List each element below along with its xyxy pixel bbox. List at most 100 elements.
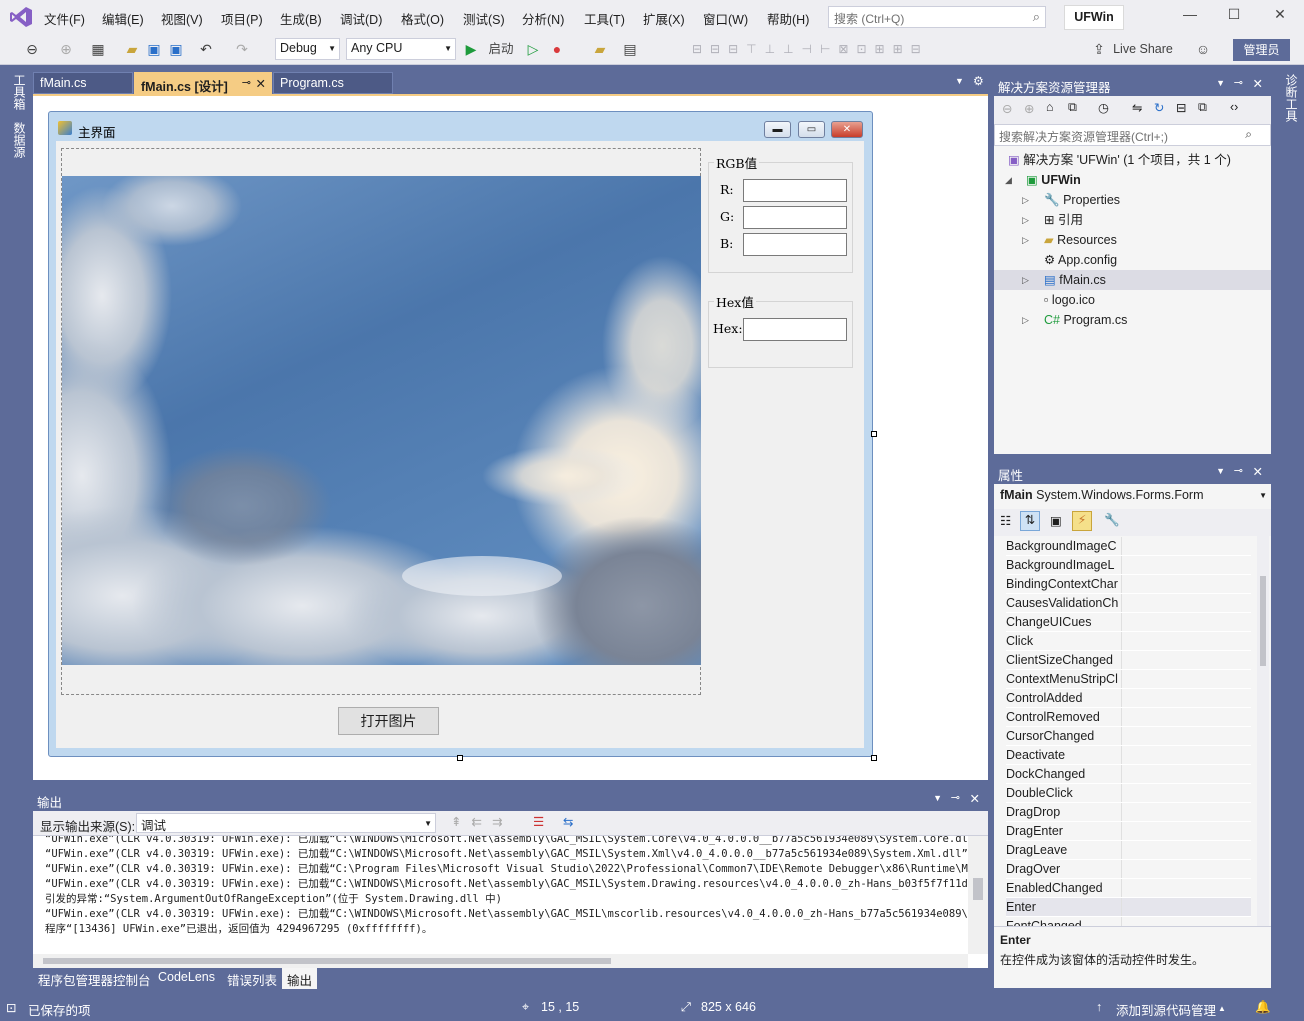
event-value[interactable] <box>1121 556 1246 574</box>
chevron-right-icon[interactable]: ▷ <box>1022 270 1029 290</box>
tab-program-cs[interactable]: Program.cs <box>273 72 393 94</box>
properties-object-select[interactable]: fMain System.Windows.Forms.Form ▼ <box>994 484 1271 509</box>
toolbox-tab[interactable]: 工具箱 <box>6 74 28 110</box>
output-vscroll-thumb[interactable] <box>973 878 983 900</box>
sync-icon[interactable]: ⇋ <box>1132 100 1142 115</box>
event-row[interactable]: DockChanged <box>1006 765 1251 784</box>
event-row[interactable]: DragLeave <box>1006 841 1251 860</box>
chevron-right-icon[interactable]: ▷ <box>1022 230 1029 250</box>
events-scrollbar[interactable] <box>1257 536 1269 926</box>
event-value[interactable] <box>1121 613 1246 631</box>
event-row[interactable]: BackgroundImageC <box>1006 537 1251 556</box>
event-row[interactable]: ControlRemoved <box>1006 708 1251 727</box>
output-hscrollbar[interactable] <box>33 954 968 968</box>
forward-icon[interactable]: ⊕ <box>56 38 76 60</box>
event-row[interactable]: Deactivate <box>1006 746 1251 765</box>
output-tools[interactable]: ⇞⇇⇉ <box>451 814 512 829</box>
save-all-icon[interactable]: ▣ <box>166 38 186 60</box>
layout-icon[interactable]: ▤ <box>620 38 640 60</box>
hot-reload-icon[interactable]: ● <box>548 38 566 60</box>
live-share-icon[interactable]: ⇪ <box>1090 38 1108 60</box>
hex-textbox[interactable] <box>743 318 847 341</box>
b-textbox[interactable] <box>743 233 847 256</box>
menu-item[interactable]: 生成(B) <box>280 9 322 28</box>
pin-icon[interactable]: ⊸ <box>242 76 251 89</box>
tab-fmain-design[interactable]: fMain.cs [设计] ⊸ ✕ <box>134 72 272 94</box>
maximize-button[interactable]: ☐ <box>1222 6 1246 28</box>
tree-item-logo[interactable]: ▫ logo.ico <box>1044 290 1095 310</box>
categorized-icon[interactable]: ☷ <box>1000 513 1011 528</box>
refresh-icon[interactable]: ↻ <box>1154 100 1164 115</box>
chevron-down-icon[interactable]: ▼ <box>933 793 942 803</box>
event-row[interactable]: ClientSizeChanged <box>1006 651 1251 670</box>
tab-fmain-cs[interactable]: fMain.cs <box>33 72 133 94</box>
tree-item-fmain[interactable]: ▤ fMain.cs <box>1044 270 1106 290</box>
show-all-files-icon[interactable]: ⧉ <box>1198 100 1207 115</box>
form-minimize-button[interactable]: ▬ <box>764 121 791 138</box>
minimize-button[interactable]: — <box>1178 6 1202 28</box>
tab-error-list[interactable]: 错误列表 <box>222 968 282 989</box>
event-value[interactable] <box>1121 822 1246 840</box>
event-row[interactable]: DragOver <box>1006 860 1251 879</box>
back-icon[interactable]: ⊖ <box>1002 101 1012 116</box>
event-row[interactable]: DoubleClick <box>1006 784 1251 803</box>
event-row[interactable]: Enter <box>1006 898 1251 917</box>
event-row[interactable]: EnabledChanged <box>1006 879 1251 898</box>
event-value[interactable] <box>1121 879 1246 897</box>
search-input[interactable]: 搜索 (Ctrl+Q) ⌕ <box>828 6 1046 28</box>
output-vscrollbar[interactable] <box>968 836 988 954</box>
close-icon[interactable]: ✕ <box>1253 464 1263 479</box>
event-value[interactable] <box>1121 632 1246 650</box>
resize-handle-right[interactable] <box>871 431 877 437</box>
datasource-tab[interactable]: 数据源 <box>6 122 28 158</box>
menu-item[interactable]: 分析(N) <box>522 9 564 28</box>
close-button[interactable]: ✕ <box>1268 6 1292 28</box>
event-row[interactable]: ChangeUICues <box>1006 613 1251 632</box>
pin-icon[interactable]: ⊸ <box>951 791 960 804</box>
live-share-button[interactable]: Live Share <box>1110 38 1176 60</box>
switch-view-icon[interactable]: ⧉ <box>1068 100 1077 115</box>
history-icon[interactable]: ◷ <box>1098 100 1109 115</box>
tree-item-resources[interactable]: ▰ Resources <box>1044 230 1117 250</box>
tab-codelens[interactable]: CodeLens <box>153 968 220 989</box>
output-text[interactable]: “UFWin.exe”(CLR v4.0.30319: UFWin.exe): … <box>33 836 988 968</box>
tree-item-properties[interactable]: 🔧 Properties <box>1044 190 1120 210</box>
menu-item[interactable]: 窗口(W) <box>703 9 748 28</box>
event-value[interactable] <box>1121 651 1246 669</box>
tree-item-references[interactable]: ⊞ 引用 <box>1044 210 1083 230</box>
output-hscroll-thumb[interactable] <box>43 958 611 964</box>
event-value[interactable] <box>1121 689 1246 707</box>
tab-package-manager[interactable]: 程序包管理器控制台 <box>33 968 156 989</box>
close-icon[interactable]: ✕ <box>1253 76 1263 91</box>
collapse-all-icon[interactable]: ⊟ <box>1176 100 1186 115</box>
form-maximize-button[interactable]: ▭ <box>798 121 825 138</box>
menu-item[interactable]: 测试(S) <box>463 9 505 28</box>
menu-item[interactable]: 视图(V) <box>161 9 203 28</box>
output-source-select[interactable]: 调试 ▼ <box>136 813 436 833</box>
event-value[interactable] <box>1121 670 1246 688</box>
platform-select[interactable]: Any CPU ▼ <box>346 38 456 60</box>
resize-handle-corner[interactable] <box>871 755 877 761</box>
start-button[interactable]: 启动 <box>480 38 522 60</box>
save-icon[interactable]: ▣ <box>144 38 164 60</box>
back-icon[interactable]: ⊖ <box>22 38 42 60</box>
chevron-up-icon[interactable]: ▲ <box>1218 1004 1226 1013</box>
folder-view-icon[interactable]: ▰ <box>590 38 610 60</box>
close-icon[interactable]: ✕ <box>970 791 980 806</box>
tree-item-program[interactable]: C# Program.cs <box>1044 310 1127 330</box>
resize-handle-bottom[interactable] <box>457 755 463 761</box>
tab-list-icon[interactable]: ▼ <box>955 76 964 86</box>
word-wrap-icon[interactable]: ⇆ <box>563 814 573 829</box>
event-row[interactable]: DragDrop <box>1006 803 1251 822</box>
menu-item[interactable]: 帮助(H) <box>767 9 809 28</box>
event-value[interactable] <box>1121 746 1246 764</box>
event-value[interactable] <box>1121 537 1246 555</box>
chevron-right-icon[interactable]: ▷ <box>1022 310 1029 330</box>
event-value[interactable] <box>1121 575 1246 593</box>
menu-item[interactable]: 项目(P) <box>221 9 263 28</box>
code-view-icon[interactable]: ‹› <box>1230 100 1238 114</box>
menu-item[interactable]: 工具(T) <box>584 9 625 28</box>
event-row[interactable]: BackgroundImageL <box>1006 556 1251 575</box>
tree-solution[interactable]: ▣ 解决方案 'UFWin' (1 个项目，共 1 个) <box>1008 150 1231 170</box>
forward-icon[interactable]: ⊕ <box>1024 101 1034 116</box>
